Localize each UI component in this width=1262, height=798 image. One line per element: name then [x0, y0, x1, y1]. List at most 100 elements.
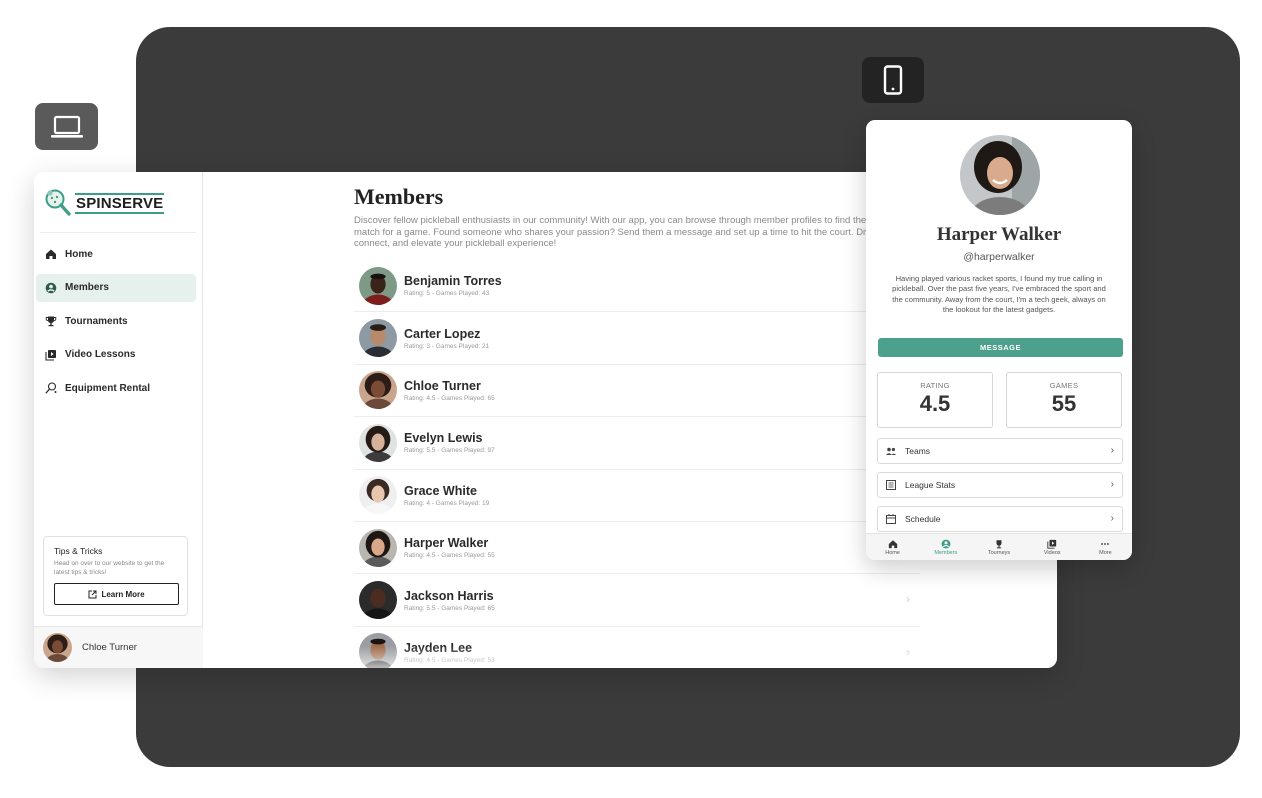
avatar — [359, 528, 397, 567]
calendar-icon — [886, 514, 896, 524]
tab-label: Home — [885, 549, 900, 556]
phone-badge — [862, 57, 924, 103]
avatar — [359, 266, 397, 305]
tab-members[interactable]: Members — [919, 534, 972, 560]
chevron-right-icon: › — [1110, 513, 1114, 524]
member-name: Jackson Harris — [404, 588, 494, 603]
stat-label: RATING — [920, 381, 950, 390]
member-name: Benjamin Torres — [404, 274, 502, 289]
more-dots-icon — [1101, 542, 1110, 545]
list-item[interactable]: Chloe Turner Rating: 4.5 - Games Played: … — [354, 365, 920, 418]
avatar — [359, 371, 397, 410]
link-label: League Stats — [905, 480, 956, 490]
member-meta: Rating: 4.5 - Games Played: 53 — [404, 656, 495, 664]
tab-label: Members — [934, 549, 958, 556]
avatar — [359, 476, 397, 515]
member-name: Harper Walker — [404, 536, 489, 551]
brand-logo[interactable]: SPINSERVE — [44, 188, 165, 218]
learn-more-label: Learn More — [101, 589, 145, 599]
profile-avatar — [960, 135, 1040, 215]
stat-value: 55 — [1051, 391, 1077, 416]
video-library-icon — [1047, 539, 1057, 549]
external-link-icon — [88, 590, 97, 598]
avatar — [359, 319, 397, 358]
list-item[interactable]: Benjamin Torres Rating: 5 - Games Played:… — [354, 260, 920, 313]
stat-label: GAMES — [1049, 381, 1079, 390]
message-button[interactable]: MESSAGE — [878, 338, 1123, 357]
learn-more-button[interactable]: Learn More — [54, 583, 179, 605]
rating-stat: RATING 4.5 — [877, 372, 993, 428]
group-icon — [885, 447, 897, 455]
sidebar-item-tournaments[interactable]: Tournaments — [36, 307, 196, 335]
avatar — [43, 633, 72, 662]
member-name: Carter Lopez — [404, 326, 481, 341]
list-item[interactable]: Carter Lopez Rating: 3 - Games Played: 21 — [354, 312, 920, 365]
member-meta: Rating: 4.5 - Games Played: 55 — [404, 552, 495, 560]
paddle-logo-icon — [45, 189, 71, 216]
sidebar: SPINSERVE Home Members Tournaments Video… — [34, 172, 203, 668]
tab-videos[interactable]: Videos — [1026, 534, 1079, 560]
avatar — [359, 633, 397, 668]
list-item[interactable]: Harper Walker Rating: 4.5 - Games Played:… — [354, 522, 920, 575]
member-list: Benjamin Torres Rating: 5 - Games Played:… — [354, 260, 920, 668]
member-meta: Rating: 4 - Games Played: 19 — [404, 499, 490, 507]
tab-label: More — [1099, 549, 1112, 556]
member-name: Grace White — [404, 483, 477, 498]
list-item[interactable]: Jayden Lee Rating: 4.5 - Games Played: 53… — [354, 627, 920, 668]
league-stats-link[interactable]: League Stats › — [877, 472, 1123, 498]
current-user-name: Chloe Turner — [82, 642, 137, 653]
stat-value: 4.5 — [919, 391, 951, 416]
user-circle-icon — [45, 282, 57, 293]
chevron-right-icon: › — [906, 592, 910, 607]
link-label: Teams — [905, 446, 931, 456]
tab-home[interactable]: Home — [866, 534, 919, 560]
video-library-icon — [45, 349, 56, 361]
list-item[interactable]: Evelyn Lewis Rating: 5.5 - Games Played: … — [354, 417, 920, 470]
member-name: Evelyn Lewis — [404, 431, 483, 446]
avatar — [359, 581, 397, 620]
member-name: Jayden Lee — [404, 640, 473, 655]
current-user[interactable]: Chloe Turner — [34, 626, 203, 668]
tips-title: Tips & Tricks — [54, 546, 103, 556]
member-meta: Rating: 5.5 - Games Played: 65 — [404, 604, 495, 612]
tab-tourneys[interactable]: Tourneys — [972, 534, 1025, 560]
divider — [40, 232, 196, 233]
trophy-icon — [45, 316, 57, 327]
smartphone-icon — [883, 65, 903, 95]
user-circle-icon — [941, 539, 951, 548]
list-item[interactable]: Grace White Rating: 4 - Games Played: 19 — [354, 470, 920, 522]
tab-label: Videos — [1043, 549, 1061, 556]
list-item[interactable]: Jackson Harris Rating: 5.5 - Games Played… — [354, 574, 920, 627]
chevron-right-icon: › — [1110, 445, 1114, 456]
sidebar-item-home[interactable]: Home — [36, 240, 196, 268]
home-icon — [888, 539, 897, 548]
trophy-icon — [996, 539, 1002, 548]
sidebar-item-label: Home — [65, 248, 93, 260]
sidebar-item-members[interactable]: Members — [36, 273, 196, 302]
tab-more[interactable]: More — [1079, 534, 1132, 560]
teams-link[interactable]: Teams › — [877, 438, 1123, 464]
profile-bio: Having played various racket sports, I f… — [892, 274, 1106, 315]
schedule-link[interactable]: Schedule › — [877, 506, 1123, 532]
page-title: Members — [354, 184, 444, 209]
racket-icon — [45, 382, 57, 394]
sidebar-item-label: Equipment Rental — [65, 382, 151, 394]
profile-name: Harper Walker — [936, 224, 1062, 245]
tips-card: Tips & Tricks Head on over to our websit… — [43, 536, 188, 616]
member-meta: Rating: 5.5 - Games Played: 97 — [404, 447, 495, 455]
sidebar-item-label: Members — [65, 282, 109, 294]
member-meta: Rating: 4.5 - Games Played: 65 — [404, 394, 495, 402]
chevron-right-icon: › — [906, 644, 910, 659]
tips-text: Head on over to our website to get the l… — [54, 560, 165, 576]
sidebar-nav: Home Members Tournaments Video Lessons E… — [36, 240, 196, 408]
avatar — [359, 423, 397, 462]
sidebar-item-video-lessons[interactable]: Video Lessons — [36, 341, 196, 369]
brand-name: SPINSERVE — [75, 192, 165, 214]
sidebar-item-equipment-rental[interactable]: Equipment Rental — [36, 374, 196, 402]
profile-handle: @harperwalker — [963, 251, 1035, 263]
link-label: Schedule — [905, 514, 941, 524]
home-icon — [46, 249, 56, 259]
mobile-bottom-nav: Home Members Tourneys Videos More — [866, 533, 1132, 560]
laptop-icon — [50, 115, 83, 138]
tab-label: Tourneys — [987, 549, 1011, 556]
